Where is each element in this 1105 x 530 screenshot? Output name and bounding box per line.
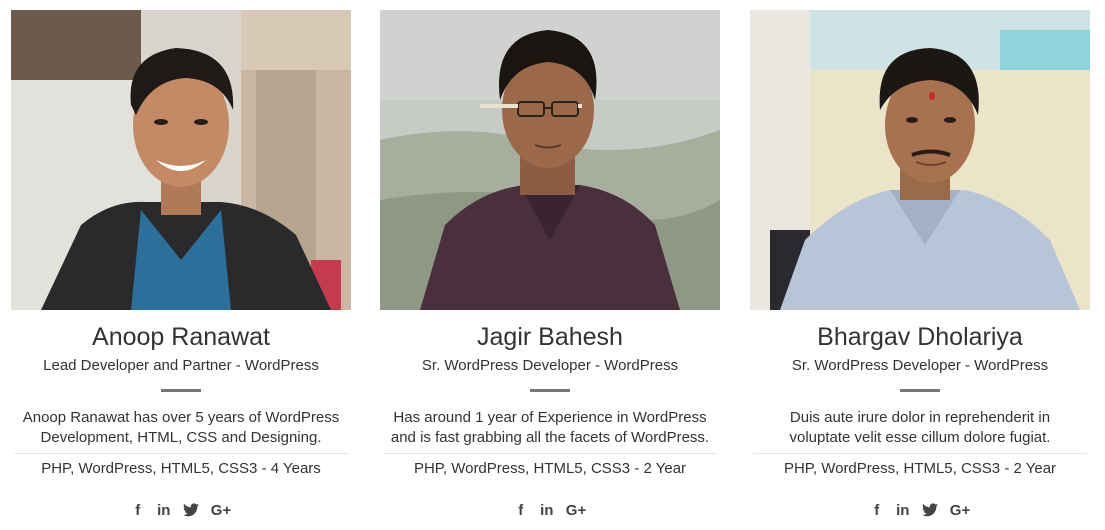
member-skills: PHP, WordPress, HTML5, CSS3 - 4 Years: [41, 460, 321, 477]
member-role: Sr. WordPress Developer - WordPress: [791, 357, 1049, 374]
name-divider: [900, 389, 940, 392]
google-plus-icon[interactable]: G+: [950, 500, 970, 520]
linkedin-icon[interactable]: in: [896, 500, 910, 520]
linkedin-icon[interactable]: in: [540, 500, 554, 520]
member-role: Sr. WordPress Developer - WordPress: [421, 357, 679, 374]
member-name: Anoop Ranawat: [92, 323, 270, 351]
facebook-icon[interactable]: f: [870, 500, 884, 520]
member-skills: PHP, WordPress, HTML5, CSS3 - 2 Year: [413, 460, 687, 477]
team-card-bhargav-dholariya: Bhargav Dholariya Sr. WordPress Develope…: [750, 10, 1090, 525]
facebook-icon[interactable]: f: [514, 500, 528, 520]
member-skills: PHP, WordPress, HTML5, CSS3 - 2 Year: [783, 460, 1057, 477]
member-name: Bhargav Dholariya: [817, 323, 1023, 351]
bio-line: and is fast grabbing all the facets of W…: [390, 429, 710, 446]
bio-line: Duis aute irure dolor in reprehenderit i…: [789, 409, 1051, 426]
profile-photo: [11, 10, 351, 310]
facebook-icon[interactable]: f: [131, 500, 145, 520]
google-plus-icon[interactable]: G+: [211, 500, 231, 520]
twitter-icon[interactable]: [921, 500, 938, 520]
skills-separator: [14, 453, 348, 454]
bio-line: Development, HTML, CSS and Designing.: [40, 429, 322, 446]
twitter-icon[interactable]: [182, 500, 199, 520]
member-name: Jagir Bahesh: [477, 323, 623, 351]
team-card-anoop-ranawat: Anoop Ranawat Lead Developer and Partner…: [11, 10, 351, 525]
social-links: f in G+: [750, 500, 1090, 520]
social-links: f in G+: [380, 500, 720, 520]
linkedin-icon[interactable]: in: [157, 500, 171, 520]
bio-line: Has around 1 year of Experience in WordP…: [393, 409, 707, 426]
bio-line: voluptate velit esse cillum dolore fugia…: [789, 429, 1051, 446]
member-bio: Anoop Ranawat has over 5 years of WordPr…: [11, 408, 351, 448]
name-divider: [161, 389, 201, 392]
social-links: f in G+: [11, 500, 351, 520]
profile-photo: [750, 10, 1090, 310]
member-bio: Has around 1 year of Experience in WordP…: [380, 408, 720, 448]
skills-separator: [753, 453, 1087, 454]
profile-photo: [380, 10, 720, 310]
member-role: Lead Developer and Partner - WordPress: [43, 357, 319, 374]
name-divider: [530, 389, 570, 392]
google-plus-icon[interactable]: G+: [566, 500, 586, 520]
skills-separator: [383, 453, 717, 454]
bio-line: Anoop Ranawat has over 5 years of WordPr…: [22, 409, 340, 426]
team-card-jagir-bahesh: Jagir Bahesh Sr. WordPress Developer - W…: [380, 10, 720, 525]
member-bio: Duis aute irure dolor in reprehenderit i…: [750, 408, 1090, 448]
